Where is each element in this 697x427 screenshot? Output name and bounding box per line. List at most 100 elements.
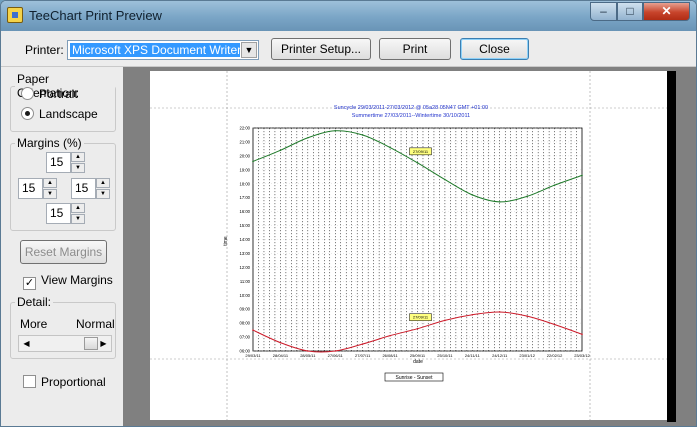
y-tick-label: 22:00 (240, 126, 251, 131)
scroll-right-icon[interactable]: ▶ (96, 336, 111, 351)
data-point (334, 350, 337, 352)
scroll-left-icon[interactable]: ◀ (19, 336, 34, 351)
x-tick-label: 28/05/11 (300, 353, 316, 358)
close-button[interactable]: Close (460, 38, 529, 60)
spin-up-icon[interactable]: ▲ (71, 203, 85, 213)
portrait-label: Portrait (39, 87, 78, 101)
data-point (334, 129, 337, 132)
data-point (498, 201, 501, 203)
detail-more-label: More (20, 317, 48, 331)
x-tick-label: 26/08/11 (382, 353, 398, 358)
suncycle-chart: Suncycle 29/03/2011-27/03/2012 @ 05a28 0… (150, 71, 667, 420)
x-tick-label: 23/01/12 (519, 353, 535, 358)
spin-up-icon[interactable]: ▲ (71, 152, 85, 162)
preview-page[interactable]: Suncycle 29/03/2011-27/03/2012 @ 05a28 0… (150, 71, 667, 420)
landscape-radio[interactable]: Landscape (21, 107, 98, 121)
data-point (307, 350, 309, 352)
minimize-button[interactable]: – (590, 2, 617, 21)
printer-setup-button[interactable]: Printer Setup... (271, 38, 371, 60)
teechart-app-icon (7, 7, 23, 23)
data-point (252, 329, 254, 331)
y-tick-label: 10:00 (240, 293, 251, 298)
data-point (252, 160, 254, 163)
data-point (471, 313, 474, 316)
data-point (581, 333, 583, 336)
margin-top-input[interactable]: 15 (46, 152, 71, 173)
x-tick-label: 27/06/11 (328, 353, 344, 358)
view-margins-checkbox[interactable]: ✓ View Margins (23, 273, 113, 290)
y-tick-label: 16:00 (240, 209, 251, 214)
chart-subtitle: Summertime 27/03/2011--Wintertime 30/10/… (352, 113, 470, 119)
data-point (361, 343, 364, 345)
y-tick-label: 12:00 (240, 265, 251, 270)
margin-bottom-input[interactable]: 15 (46, 203, 71, 224)
landscape-label: Landscape (39, 107, 98, 121)
spin-down-icon[interactable]: ▼ (96, 189, 110, 199)
y-axis-label: time (223, 236, 229, 246)
annotation-label: 27/09/11 (413, 315, 429, 320)
margin-right-input[interactable]: 15 (71, 178, 96, 199)
view-margins-label: View Margins (41, 273, 113, 287)
margins-legend: Margins (%) (17, 136, 82, 150)
data-point (581, 174, 583, 177)
portrait-radio[interactable]: Portrait (21, 87, 78, 101)
data-point (444, 319, 446, 322)
margin-left-spinner[interactable]: 15 ▲ ▼ (18, 178, 57, 199)
y-tick-label: 14:00 (240, 237, 251, 242)
x-tick-label: 27/07/11 (355, 353, 371, 358)
options-sidebar: Paper Orientation: Portrait Landscape Ma… (1, 67, 123, 426)
landscape-radio-circle[interactable] (21, 107, 34, 120)
detail-slider[interactable]: ◀ ▶ (18, 335, 112, 352)
margin-left-input[interactable]: 15 (18, 178, 43, 199)
x-axis-label: date (413, 359, 423, 365)
print-button[interactable]: Print (379, 38, 451, 60)
spin-down-icon[interactable]: ▼ (71, 163, 85, 173)
spin-down-icon[interactable]: ▼ (43, 189, 57, 199)
maximize-button[interactable]: □ (617, 2, 643, 21)
y-tick-label: 13:00 (240, 251, 251, 256)
data-point (307, 136, 309, 139)
preview-area: Suncycle 29/03/2011-27/03/2012 @ 05a28 0… (123, 67, 696, 426)
y-tick-label: 18:00 (240, 181, 251, 186)
view-margins-check[interactable]: ✓ (23, 277, 36, 290)
printer-label: Printer: (25, 43, 64, 57)
x-tick-label: 25/09/11 (410, 353, 426, 358)
page-shadow (667, 71, 676, 422)
close-window-button[interactable]: ✕ (643, 2, 690, 21)
proportional-checkbox[interactable]: Proportional (23, 375, 106, 389)
y-tick-label: 08:00 (240, 321, 251, 326)
annotation-label: 27/09/11 (413, 149, 429, 154)
printer-select[interactable]: Microsoft XPS Document Writer ▼ (67, 40, 259, 60)
y-tick-label: 20:00 (240, 153, 251, 158)
data-point (444, 178, 446, 181)
print-preview-window: TeeChart Print Preview – □ ✕ Printer: Mi… (0, 0, 697, 427)
spin-down-icon[interactable]: ▼ (71, 214, 85, 224)
data-point (471, 194, 474, 196)
portrait-radio-circle[interactable] (21, 87, 34, 100)
chevron-down-icon[interactable]: ▼ (241, 42, 257, 58)
x-tick-label: 24/12/11 (492, 353, 508, 358)
data-point (279, 341, 282, 344)
spin-up-icon[interactable]: ▲ (43, 178, 57, 188)
proportional-check[interactable] (23, 375, 36, 388)
spin-up-icon[interactable]: ▲ (96, 178, 110, 188)
x-tick-label: 28/04/11 (273, 353, 289, 358)
margin-bottom-spinner[interactable]: 15 ▲ ▼ (46, 203, 85, 224)
y-tick-label: 15:00 (240, 223, 251, 228)
y-tick-label: 21:00 (240, 139, 251, 144)
data-point (389, 146, 391, 149)
margin-right-spinner[interactable]: 15 ▲ ▼ (71, 178, 110, 199)
margin-top-spinner[interactable]: 15 ▲ ▼ (46, 152, 85, 173)
data-point (279, 149, 282, 152)
preview-toolbar: Printer: Microsoft XPS Document Writer ▼… (1, 31, 696, 67)
x-tick-label: 25/10/11 (437, 353, 453, 358)
data-point (553, 323, 556, 326)
data-point (389, 334, 391, 337)
detail-normal-label: Normal (76, 317, 115, 331)
x-axis-ticks: 29/03/11 28/04/11 28/05/11 27/06/11 27/07/11… (245, 353, 590, 358)
title-bar[interactable]: TeeChart Print Preview – □ ✕ (1, 1, 696, 31)
printer-selected-value: Microsoft XPS Document Writer (70, 43, 240, 57)
orientation-group: Paper Orientation: (10, 72, 116, 132)
window-title: TeeChart Print Preview (29, 8, 162, 23)
reset-margins-button[interactable]: Reset Margins (20, 240, 107, 264)
